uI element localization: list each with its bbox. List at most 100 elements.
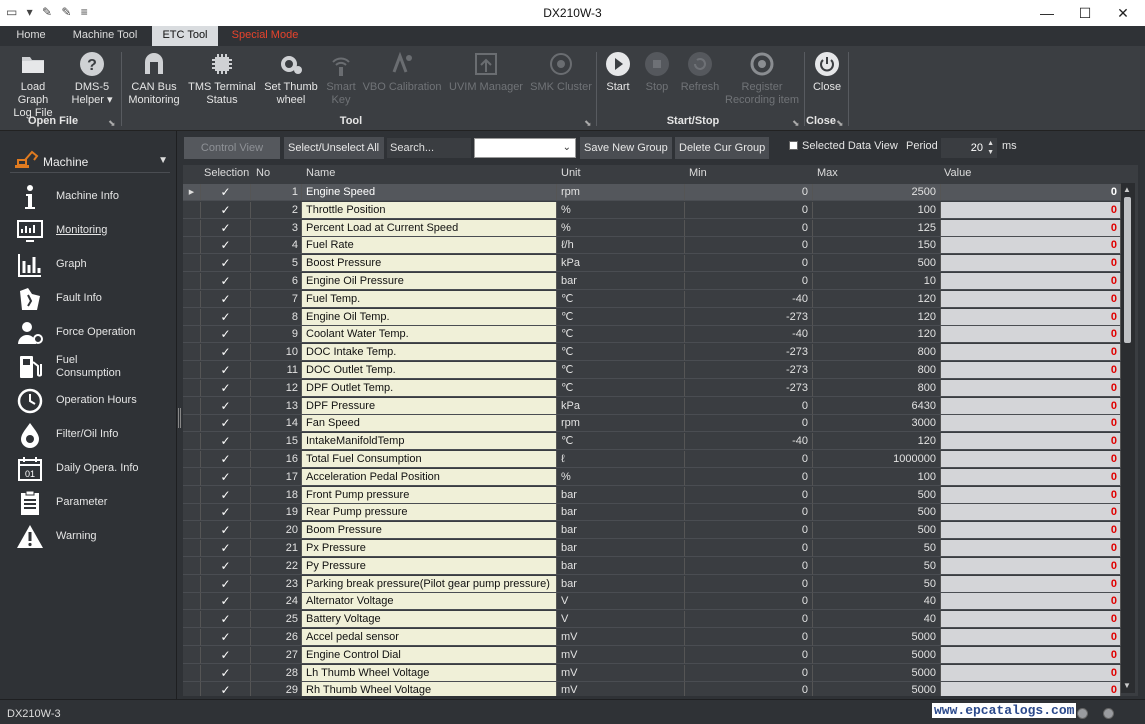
close-button[interactable]: Close [808,50,846,94]
table-row[interactable]: ✓ 25 Battery Voltage V 0 40 0 [183,611,1138,629]
col-unit[interactable]: Unit [561,167,581,179]
close-window-button[interactable]: ✕ [1108,3,1138,23]
sidebar-item-machine-info[interactable]: Machine Info [14,181,174,211]
table-row[interactable]: ✓ 8 Engine Oil Temp. ℃ -273 120 0 [183,308,1138,327]
load-graph-log-button[interactable]: Load Graph Log File [4,50,62,120]
table-row[interactable]: ✓ 11 DOC Outlet Temp. ℃ -273 800 0 [183,362,1138,380]
table-row[interactable]: ✓ 9 Coolant Water Temp. ℃ -40 120 0 [183,326,1138,344]
expand-group-icon[interactable]: ⬊ [792,118,800,129]
col-value[interactable]: Value [944,167,971,179]
table-row[interactable]: ✓ 15 IntakeManifoldTemp ℃ -40 120 0 [183,433,1138,451]
scroll-up-icon[interactable]: ▲ [1123,185,1131,194]
table-row[interactable]: ✓ 20 Boom Pressure bar 0 500 0 [183,522,1138,540]
save-new-group-button[interactable]: Save New Group [580,137,672,159]
selected-data-view-checkbox[interactable]: Selected Data View [789,140,898,152]
table-row[interactable]: ✓ 13 DPF Pressure kPa 0 6430 0 [183,397,1138,416]
tab-machine-tool[interactable]: Machine Tool [62,26,148,46]
table-row[interactable]: ✓ 22 Py Pressure bar 0 50 0 [183,557,1138,576]
register-recording-item-button[interactable]: Register Recording item [724,50,800,107]
refresh-button[interactable]: Refresh [678,50,722,94]
table-row[interactable]: ✓ 26 Accel pedal sensor mV 0 5000 0 [183,629,1138,647]
selection-checkbox[interactable]: ✓ [201,344,251,362]
selection-checkbox[interactable]: ✓ [201,255,251,273]
col-max[interactable]: Max [817,167,838,179]
table-row[interactable]: ▶ ✓ 1 Engine Speed rpm 0 2500 0 [183,184,1138,202]
control-view-button[interactable]: Control View [184,137,280,159]
maximize-button[interactable]: ☐ [1070,3,1100,23]
table-row[interactable]: ✓ 28 Lh Thumb Wheel Voltage mV 0 5000 0 [183,664,1138,683]
sidebar-item-parameter[interactable]: Parameter [14,487,174,517]
selection-checkbox[interactable]: ✓ [201,415,251,433]
col-no[interactable]: No [256,167,270,179]
splitter-handle[interactable] [178,408,181,428]
table-row[interactable]: ✓ 16 Total Fuel Consumption ℓ 0 1000000 0 [183,451,1138,469]
table-row[interactable]: ✓ 27 Engine Control Dial mV 0 5000 0 [183,646,1138,665]
tms-terminal-status-button[interactable]: TMS Terminal Status [186,50,258,107]
selection-checkbox[interactable]: ✓ [201,290,251,308]
selection-checkbox[interactable]: ✓ [201,433,251,451]
smk-cluster-button[interactable]: SMK Cluster [528,50,594,94]
table-row[interactable]: ✓ 4 Fuel Rate ℓ/h 0 150 0 [183,237,1138,255]
selection-checkbox[interactable]: ✓ [201,646,251,664]
table-row[interactable]: ✓ 21 Px Pressure bar 0 50 0 [183,540,1138,558]
stepper-arrows-icon[interactable]: ▲ ▼ [987,139,994,157]
scroll-thumb[interactable] [1124,197,1131,343]
smart-key-button[interactable]: Smart Key [324,50,358,107]
expand-group-icon[interactable]: ⬊ [836,118,844,129]
group-select[interactable]: ⌄ [474,138,576,158]
selection-checkbox[interactable]: ✓ [201,184,251,201]
sidebar-item-graph[interactable]: Graph [14,249,174,279]
selection-checkbox[interactable]: ✓ [201,664,251,682]
selection-checkbox[interactable]: ✓ [201,682,251,696]
vertical-scrollbar[interactable]: ▲ ▼ [1121,183,1135,693]
expand-group-icon[interactable]: ⬊ [108,118,116,129]
sidebar-item-fault-info[interactable]: Fault Info [14,283,174,313]
machine-selector[interactable]: Machine ▼ [10,147,170,173]
selection-checkbox[interactable]: ✓ [201,237,251,255]
search-input[interactable]: Search... [387,138,471,158]
scroll-down-icon[interactable]: ▼ [1123,681,1131,690]
selection-checkbox[interactable]: ✓ [201,219,251,237]
table-row[interactable]: ✓ 5 Boost Pressure kPa 0 500 0 [183,255,1138,273]
vbo-calibration-button[interactable]: VBO Calibration [362,50,442,94]
col-selection[interactable]: Selection [204,167,249,179]
selection-checkbox[interactable]: ✓ [201,504,251,522]
tab-etc-tool[interactable]: ETC Tool [152,26,218,46]
table-row[interactable]: ✓ 24 Alternator Voltage V 0 40 0 [183,593,1138,611]
uvim-manager-button[interactable]: UVIM Manager [448,50,524,94]
start-button[interactable]: Start [600,50,636,94]
table-row[interactable]: ✓ 2 Throttle Position% 0 100 0 [183,201,1138,220]
sidebar-item-monitoring[interactable]: Monitoring [14,215,174,245]
table-row[interactable]: ✓ 29 Rh Thumb Wheel Voltage mV 0 5000 0 [183,682,1138,696]
selection-checkbox[interactable]: ✓ [201,379,251,397]
delete-cur-group-button[interactable]: Delete Cur Group [675,137,769,159]
select-all-button[interactable]: Select/Unselect All [284,137,384,159]
minimize-button[interactable]: — [1032,3,1062,23]
selection-checkbox[interactable]: ✓ [201,575,251,593]
can-bus-monitoring-button[interactable]: CAN Bus Monitoring [124,50,184,107]
table-row[interactable]: ✓ 12 DPF Outlet Temp. ℃ -273 800 0 [183,379,1138,398]
table-row[interactable]: ✓ 17 Acceleration Pedal Position% 0 100 0 [183,468,1138,487]
selection-checkbox[interactable]: ✓ [201,522,251,540]
sidebar-item-daily-opera-info[interactable]: 01 Daily Opera. Info [14,453,174,483]
selection-checkbox[interactable]: ✓ [201,593,251,611]
selection-checkbox[interactable]: ✓ [201,362,251,379]
selection-checkbox[interactable]: ✓ [201,308,251,326]
selection-checkbox[interactable]: ✓ [201,540,251,557]
table-row[interactable]: ✓ 23 Parking break pressure(Pilot gear pum… [183,575,1138,594]
period-stepper[interactable]: 20 ▲ ▼ [941,138,997,158]
col-name[interactable]: Name [306,167,335,179]
table-row[interactable]: ✓ 3 Percent Load at Current Speed% 0 125 0 [183,219,1138,238]
sidebar-item-force-operation[interactable]: Force Operation [14,317,174,347]
selection-checkbox[interactable]: ✓ [201,273,251,290]
sidebar-item-operation-hours[interactable]: Operation Hours [14,385,174,415]
stop-button[interactable]: Stop [640,50,674,94]
selection-checkbox[interactable]: ✓ [201,451,251,468]
tab-home[interactable]: Home [4,26,58,46]
sidebar-item-filter-oil-info[interactable]: Filter/Oil Info [14,419,174,449]
selection-checkbox[interactable]: ✓ [201,611,251,629]
selection-checkbox[interactable]: ✓ [201,468,251,486]
table-row[interactable]: ✓ 14 Fan Speed rpm 0 3000 0 [183,415,1138,433]
selection-checkbox[interactable]: ✓ [201,557,251,575]
table-row[interactable]: ✓ 19 Rear Pump pressure bar 0 500 0 [183,504,1138,522]
